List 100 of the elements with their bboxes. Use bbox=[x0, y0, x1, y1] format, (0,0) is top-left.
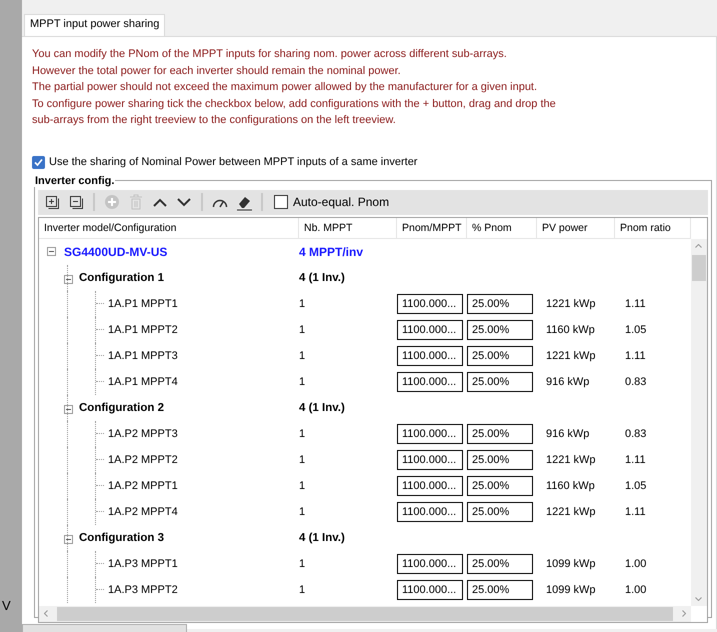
pnom-input[interactable]: 1100.000... bbox=[397, 580, 463, 600]
table-cell-text: 916 kWp bbox=[545, 376, 590, 388]
scroll-down-icon[interactable] bbox=[695, 596, 702, 600]
mppt-name[interactable]: 1A.P2 MPPT4 bbox=[108, 506, 178, 518]
pnom-input[interactable]: 1100.000... bbox=[397, 450, 463, 470]
table-cell-text: 1.11 bbox=[624, 506, 647, 518]
table-cell-text: 1 bbox=[299, 558, 306, 570]
checkbox[interactable] bbox=[274, 195, 288, 209]
mppt-name[interactable]: 1A.P2 MPPT1 bbox=[108, 480, 178, 492]
table-cell-text: 1160 kWp bbox=[545, 480, 596, 492]
scroll-left-icon[interactable] bbox=[44, 610, 48, 616]
collapse-toggle[interactable] bbox=[64, 275, 73, 284]
percent-input[interactable]: 25.00% bbox=[467, 476, 533, 496]
table-cell-text: 1 bbox=[299, 298, 306, 310]
table-cell-text: 4 (1 Inv.) bbox=[299, 532, 346, 544]
pnom-input[interactable]: 1100.000... bbox=[397, 554, 463, 574]
table-cell-text: 1221 kWp bbox=[545, 454, 597, 466]
configuration-name[interactable]: Configuration 2 bbox=[79, 402, 164, 414]
table-cell-text: 916 kWp bbox=[545, 428, 590, 440]
background-text: V bbox=[2, 598, 11, 613]
table-cell-text: 1 bbox=[299, 376, 306, 388]
pnom-input[interactable]: 1100.000... bbox=[397, 346, 463, 366]
pnom-input[interactable]: 1100.000... bbox=[397, 424, 463, 444]
inverter-name[interactable]: SG4400UD-MV-US bbox=[64, 244, 168, 258]
mppt-name[interactable]: 1A.P1 MPPT1 bbox=[108, 298, 178, 310]
percent-input[interactable]: 25.00% bbox=[467, 320, 533, 340]
table-cell-text: 1 bbox=[299, 350, 306, 362]
percent-input[interactable]: 25.00% bbox=[467, 580, 533, 600]
percent-input[interactable]: 25.00% bbox=[467, 502, 533, 522]
group-title: Inverter config. bbox=[34, 174, 116, 186]
percent-input[interactable]: 25.00% bbox=[467, 294, 533, 314]
collapse-all-icon[interactable] bbox=[69, 195, 83, 209]
pnom-input[interactable]: 1100.000... bbox=[397, 502, 463, 522]
collapse-toggle[interactable] bbox=[47, 247, 56, 256]
table-cell-text: 1 bbox=[299, 324, 306, 336]
scroll-thumb[interactable] bbox=[692, 254, 706, 280]
mppt-name[interactable]: 1A.P1 MPPT3 bbox=[108, 350, 178, 362]
pnom-input[interactable]: 1100.000... bbox=[397, 476, 463, 496]
table-cell-text: 0.83 bbox=[624, 428, 648, 440]
horizontal-scrollbar[interactable] bbox=[39, 606, 691, 622]
pnom-input[interactable]: 1100.000... bbox=[397, 320, 463, 340]
mppt-name[interactable]: 1A.P3 MPPT2 bbox=[108, 584, 178, 596]
table-cell-text: 4 (1 Inv.) bbox=[299, 272, 346, 284]
table-cell-text: 0.83 bbox=[624, 376, 648, 388]
table-cell-text: 1099 kWp bbox=[545, 584, 597, 596]
column-header[interactable]: Inverter model/Configuration bbox=[39, 218, 299, 238]
pnom-input[interactable]: 1100.000... bbox=[397, 294, 463, 314]
table-cell-text: 4 (1 Inv.) bbox=[299, 402, 346, 414]
table-cell-text: 1.11 bbox=[624, 454, 647, 466]
up-icon[interactable] bbox=[153, 198, 167, 206]
table-cell-text: 1.05 bbox=[624, 324, 648, 336]
scroll-right-icon[interactable] bbox=[682, 610, 686, 616]
vertical-scrollbar[interactable] bbox=[691, 238, 707, 606]
pnom-input[interactable]: 1100.000... bbox=[397, 372, 463, 392]
mppt-name[interactable]: 1A.P2 MPPT2 bbox=[108, 454, 178, 466]
table-cell-text: 1 bbox=[299, 454, 306, 466]
scroll-thumb[interactable] bbox=[57, 606, 673, 620]
percent-input[interactable]: 25.00% bbox=[467, 424, 533, 444]
info-text: sub-arrays from the right treeview to the configurations on the left treeview. bbox=[32, 114, 397, 128]
info-text: You can modify the PNom of the MPPT inputs for sharing nom. power across different sub-arrays. bbox=[32, 48, 508, 62]
tab[interactable]: MPPT input power sharing bbox=[24, 14, 166, 36]
mppt-name[interactable]: 1A.P2 MPPT3 bbox=[108, 428, 178, 440]
table-cell-text: 1160 kWp bbox=[545, 324, 596, 336]
column-header[interactable]: Nb. MPPT bbox=[299, 218, 397, 238]
configuration-name[interactable]: Configuration 3 bbox=[79, 532, 164, 544]
table-cell-text: 1221 kWp bbox=[545, 506, 597, 518]
table-cell-text: 1221 kWp bbox=[545, 350, 597, 362]
percent-input[interactable]: 25.00% bbox=[467, 450, 533, 470]
info-text: The partial power should not exceed the maximum power allowed by the manufacturer for a given input. bbox=[32, 81, 538, 94]
table-cell-text: 1.11 bbox=[624, 298, 647, 310]
column-header[interactable]: Pnom/MPPT bbox=[397, 218, 467, 238]
expand-all-icon[interactable] bbox=[45, 195, 59, 209]
checkbox-label: Use the sharing of Nominal Power between MPPT inputs of a same inverter bbox=[49, 156, 418, 168]
checkbox-label: Auto-equal. Pnom bbox=[293, 195, 390, 209]
percent-input[interactable]: 25.00% bbox=[467, 554, 533, 574]
table-cell-text: 1 bbox=[299, 506, 306, 518]
table-cell-text: 4 MPPT/inv bbox=[299, 244, 364, 258]
info-text: To configure power sharing tick the checkbox below, add configurations with the + button, drag and drop the bbox=[32, 98, 557, 111]
mppt-name[interactable]: 1A.P1 MPPT2 bbox=[108, 324, 178, 336]
column-header[interactable]: Pnom ratio bbox=[615, 218, 691, 238]
down-icon[interactable] bbox=[177, 198, 191, 206]
info-text: However the total power for each inverter should remain the nominal power. bbox=[32, 64, 402, 78]
column-header[interactable]: % Pnom bbox=[467, 218, 537, 238]
percent-input[interactable]: 25.00% bbox=[467, 372, 533, 392]
table-cell-text: 1.00 bbox=[624, 584, 648, 596]
scroll-up-icon[interactable] bbox=[695, 244, 702, 248]
column-header[interactable]: PV power bbox=[537, 218, 615, 238]
table-cell-text: 1221 kWp bbox=[545, 298, 597, 310]
collapse-toggle[interactable] bbox=[64, 535, 73, 544]
table-cell-text: 1.05 bbox=[624, 480, 648, 492]
table-cell-text: 1 bbox=[299, 428, 306, 440]
mppt-name[interactable]: 1A.P3 MPPT1 bbox=[108, 558, 178, 570]
table-cell-text: 1 bbox=[299, 584, 306, 596]
table-cell-text: 1 bbox=[299, 480, 306, 492]
percent-input[interactable]: 25.00% bbox=[467, 346, 533, 366]
mppt-name[interactable]: 1A.P1 MPPT4 bbox=[108, 376, 178, 388]
configuration-name[interactable]: Configuration 1 bbox=[79, 272, 164, 284]
table-cell-text: 1099 kWp bbox=[545, 558, 597, 570]
collapse-toggle[interactable] bbox=[64, 405, 73, 414]
checkbox[interactable] bbox=[32, 156, 45, 168]
